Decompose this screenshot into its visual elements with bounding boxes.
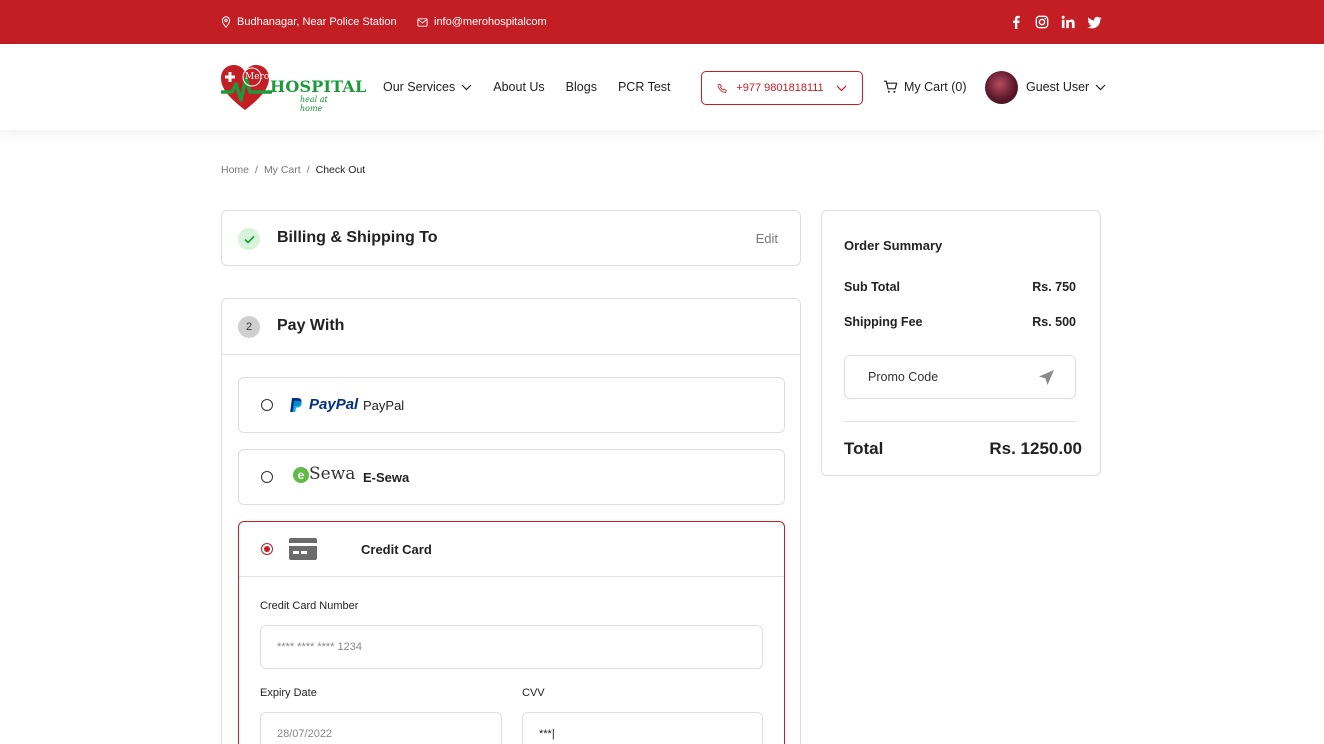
cart-icon: [884, 80, 898, 93]
payment-option-esewa[interactable]: e Sewa E-Sewa: [238, 449, 785, 505]
chevron-down-icon: [461, 84, 472, 90]
order-summary-title: Order Summary: [844, 238, 943, 253]
cvv-value: ***|: [539, 728, 555, 740]
nav-about-us-label[interactable]: About Us: [493, 80, 544, 94]
breadcrumb-separator: /: [255, 164, 258, 176]
shipping-fee-label: Shipping Fee: [844, 315, 923, 329]
phone-dropdown-button[interactable]: +977 9801818111: [701, 71, 863, 105]
payment-option-paypal[interactable]: PayPal PayPal: [238, 377, 785, 433]
billing-title: Billing & Shipping To: [277, 229, 438, 246]
esewa-wordmark: Sewa: [309, 464, 356, 484]
order-summary-card: Order Summary Sub Total Rs. 750 Shipping…: [821, 210, 1101, 476]
breadcrumb-home[interactable]: Home: [221, 164, 249, 176]
chevron-down-icon: [836, 85, 847, 91]
pay-with-card: 2 Pay With PayPal PayPal e Sewa E-Sewa C…: [221, 298, 801, 744]
cart-link[interactable]: My Cart (0): [883, 44, 967, 130]
twitter-icon[interactable]: [1086, 14, 1102, 30]
nav-our-services[interactable]: Our Services: [383, 80, 472, 94]
nav-our-services-label[interactable]: Our Services: [383, 80, 455, 94]
credit-card-label: Credit Card: [361, 542, 432, 557]
logo-brand-text: HOSPITAL: [270, 77, 367, 96]
subtotal-label: Sub Total: [844, 280, 901, 294]
location-pin-icon: [221, 16, 231, 28]
credit-card-icon: [289, 538, 317, 560]
total-row: Total Rs. 1250.00: [844, 439, 1082, 459]
paypal-label: PayPal: [363, 398, 405, 413]
user-menu[interactable]: Guest User: [985, 44, 1106, 130]
cvv-label: CVV: [522, 687, 545, 699]
expiry-date-label: Expiry Date: [260, 687, 317, 699]
card-number-label: Credit Card Number: [260, 600, 359, 612]
billing-shipping-card: Billing & Shipping To Edit: [221, 210, 801, 266]
avatar[interactable]: [985, 70, 1018, 104]
divider: [844, 421, 1076, 422]
facebook-icon[interactable]: [1008, 14, 1024, 30]
cart-label[interactable]: My Cart (0): [904, 80, 967, 94]
nav-blogs[interactable]: Blogs: [566, 80, 597, 94]
social-links: [1008, 0, 1102, 44]
mail-icon: [417, 17, 428, 27]
linkedin-icon[interactable]: [1060, 14, 1076, 30]
email-info[interactable]: info@merohospitalcom: [417, 0, 547, 44]
paypal-logo-icon: [290, 398, 302, 412]
nav-pcr-test-label[interactable]: PCR Test: [618, 80, 671, 94]
card-number-input[interactable]: **** **** **** 1234: [260, 625, 763, 669]
check-icon: [238, 228, 260, 250]
nav-blogs-label[interactable]: Blogs: [566, 80, 597, 94]
chevron-down-icon: [1095, 84, 1106, 90]
nav-pcr-test[interactable]: PCR Test: [618, 80, 671, 94]
divider: [239, 576, 784, 577]
total-label: Total: [844, 439, 884, 458]
nav-about-us[interactable]: About Us: [493, 80, 544, 94]
logo-mark-text: Mero: [245, 72, 270, 82]
phone-icon: [717, 83, 728, 93]
main-header: Mero HOSPITAL heal at home Our Services …: [0, 44, 1324, 130]
expiry-date-value: 28/07/2022: [277, 728, 333, 740]
pay-with-title: Pay With: [277, 317, 345, 334]
step-number-badge: 2: [238, 316, 260, 338]
mero-hospital-logo[interactable]: Mero HOSPITAL heal at home: [220, 64, 366, 113]
expiry-date-input[interactable]: 28/07/2022: [260, 712, 502, 744]
breadcrumb-separator: /: [306, 164, 310, 176]
phone-number: +977 9801818111: [736, 82, 824, 94]
promo-code-placeholder: Promo Code: [868, 370, 939, 384]
subtotal-row: Sub Total Rs. 750: [844, 280, 1076, 294]
top-info-bar: Budhanagar, Near Police Station info@mer…: [0, 0, 1324, 44]
breadcrumb: Home / My Cart / Check Out: [221, 164, 365, 176]
esewa-label: E-Sewa: [363, 470, 410, 485]
user-name[interactable]: Guest User: [1026, 80, 1089, 94]
paypal-wordmark: PayPal: [309, 396, 359, 413]
payment-option-credit-card[interactable]: Credit Card Credit Card Number **** ****…: [238, 521, 785, 744]
instagram-icon[interactable]: [1034, 14, 1050, 30]
breadcrumb-my-cart[interactable]: My Cart: [264, 164, 301, 176]
shipping-fee-row: Shipping Fee Rs. 500: [844, 315, 1076, 329]
pay-with-header: 2 Pay With: [222, 299, 800, 355]
paypal-radio[interactable]: [261, 399, 273, 411]
send-icon[interactable]: [1038, 369, 1055, 386]
email-text[interactable]: info@merohospitalcom: [434, 16, 547, 28]
promo-code-input[interactable]: Promo Code: [844, 355, 1076, 399]
main-nav: Our Services About Us Blogs PCR Test: [383, 44, 692, 130]
card-number-value: **** **** **** 1234: [277, 641, 363, 653]
esewa-radio[interactable]: [261, 471, 273, 483]
shipping-fee-value: Rs. 500: [1032, 315, 1076, 329]
credit-card-radio[interactable]: [261, 543, 273, 555]
esewa-logo-icon: e: [293, 467, 309, 483]
breadcrumb-current: Check Out: [315, 164, 366, 176]
address-text: Budhanagar, Near Police Station: [237, 16, 397, 28]
edit-billing-link[interactable]: Edit: [756, 231, 778, 246]
subtotal-value: Rs. 750: [1032, 280, 1076, 294]
total-value: Rs. 1250.00: [989, 439, 1082, 458]
address-info: Budhanagar, Near Police Station: [221, 0, 397, 44]
cvv-input[interactable]: ***|: [522, 712, 763, 744]
logo-tagline: heal at home: [300, 95, 328, 113]
